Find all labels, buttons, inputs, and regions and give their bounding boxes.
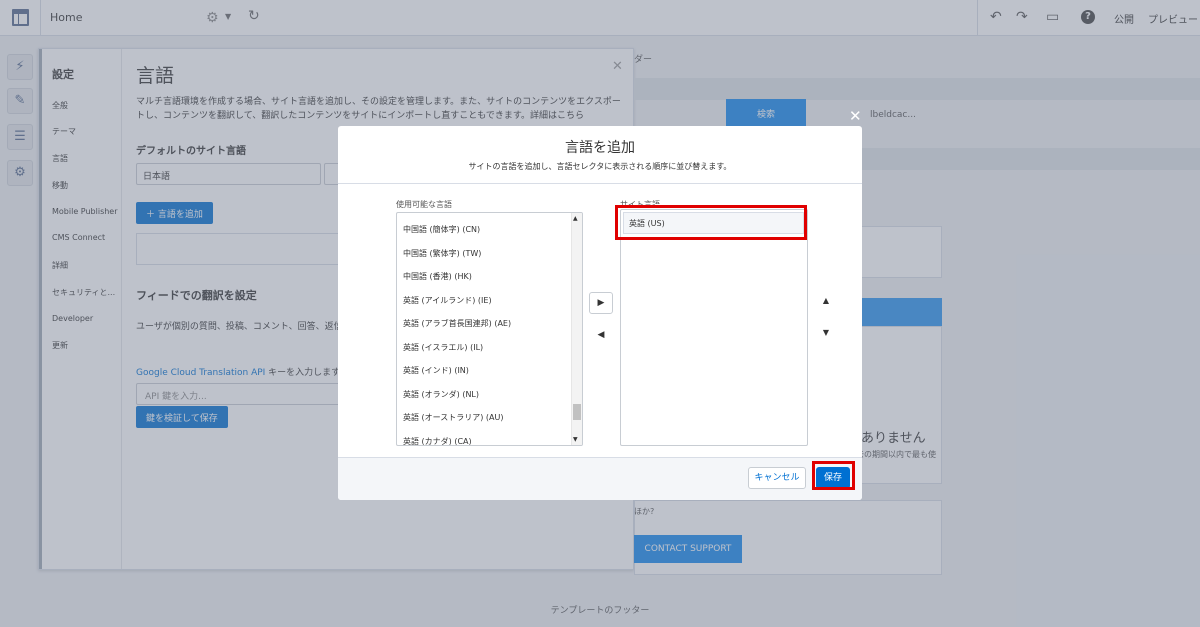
move-left-button[interactable]: ◀ — [594, 328, 608, 342]
move-down-icon[interactable]: ▼ — [819, 328, 833, 342]
modal-title: 言語を追加 — [565, 140, 635, 156]
close-icon[interactable]: ✕ — [849, 107, 862, 125]
list-item[interactable]: 中国語 (繁体字) (TW) — [403, 248, 481, 259]
list-item[interactable]: 英語 (オーストラリア) (AU) — [403, 412, 504, 423]
add-language-modal: 言語を追加 サイトの言語を追加し、言語セレクタに表示される順序に並び替えます。 … — [338, 126, 862, 500]
available-languages-list[interactable]: 中国語 (簡体字) (CN) 中国語 (繁体字) (TW) 中国語 (香港) (… — [396, 212, 583, 446]
scroll-down-icon[interactable]: ▼ — [573, 436, 578, 443]
list-item[interactable]: 英語 (インド) (IN) — [403, 365, 469, 376]
scrollbar-thumb[interactable] — [573, 404, 581, 420]
list-item[interactable]: 中国語 (香港) (HK) — [403, 271, 472, 282]
list-item[interactable]: 中国語 (簡体字) (CN) — [403, 224, 480, 235]
list-item[interactable]: 英語 (アイルランド) (IE) — [403, 295, 492, 306]
list-item[interactable]: 英語 (オランダ) (NL) — [403, 389, 479, 400]
site-languages-list[interactable]: 英語 (US) — [620, 209, 808, 446]
highlight-box — [812, 461, 855, 490]
modal-header: 言語を追加 サイトの言語を追加し、言語セレクタに表示される順序に並び替えます。 — [338, 126, 862, 184]
move-up-icon[interactable]: ▲ — [819, 296, 833, 310]
cancel-button[interactable]: キャンセル — [748, 467, 806, 489]
list-item[interactable]: 英語 (アラブ首長国連邦) (AE) — [403, 318, 511, 329]
highlight-box — [615, 205, 807, 240]
list-item[interactable]: 英語 (イスラエル) (IL) — [403, 342, 483, 353]
move-right-button[interactable]: ▶ — [589, 292, 613, 314]
available-languages-label: 使用可能な言語 — [396, 200, 452, 209]
modal-subtitle: サイトの言語を追加し、言語セレクタに表示される順序に並び替えます。 — [468, 162, 732, 171]
list-item[interactable]: 英語 (カナダ) (CA) — [403, 436, 472, 445]
scroll-up-icon[interactable]: ▲ — [573, 215, 578, 222]
